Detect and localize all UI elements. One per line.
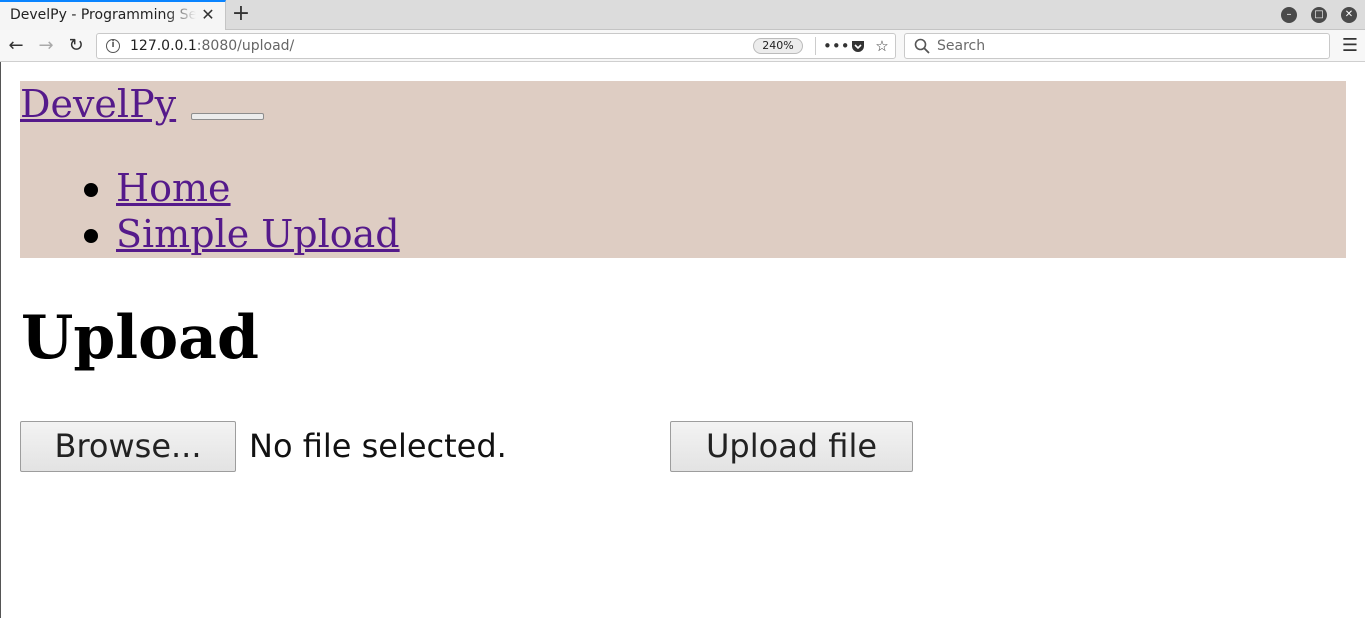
tab-close-icon[interactable]: ✕ bbox=[200, 7, 216, 23]
url-text[interactable]: 127.0.0.1:8080/upload/ bbox=[130, 38, 294, 54]
nav-item-simple-upload: Simple Upload bbox=[20, 211, 400, 257]
tab-title-fade bbox=[166, 2, 196, 28]
nav-link-simple-upload[interactable]: Simple Upload bbox=[116, 212, 400, 256]
bookmark-star-icon[interactable]: ☆ bbox=[871, 35, 893, 57]
back-arrow-icon[interactable]: ← bbox=[4, 34, 28, 58]
site-header: DevelPy Home Simple Upload bbox=[20, 81, 1346, 258]
upload-form: Browse... No file selected. Upload file bbox=[20, 421, 920, 473]
url-host: 127.0.0.1 bbox=[130, 38, 197, 54]
nav-item-home: Home bbox=[20, 165, 400, 211]
hamburger-menu-icon[interactable]: ☰ bbox=[1338, 34, 1362, 58]
address-bar[interactable]: i 127.0.0.1:8080/upload/ 240% ••• ☆ bbox=[96, 33, 896, 59]
search-icon bbox=[914, 38, 930, 54]
brand-link[interactable]: DevelPy bbox=[20, 81, 176, 127]
browser-tab[interactable]: DevelPy - Programming Server ✕ bbox=[0, 0, 226, 30]
search-bar[interactable]: Search bbox=[904, 33, 1330, 59]
page-actions-icon[interactable]: ••• bbox=[823, 35, 850, 57]
tab-strip: DevelPy - Programming Server ✕ + – □ ✕ bbox=[0, 0, 1365, 30]
file-status-text: No file selected. bbox=[249, 427, 507, 465]
site-info-icon[interactable]: i bbox=[106, 39, 120, 53]
nav-link-home[interactable]: Home bbox=[116, 166, 231, 210]
minimize-icon[interactable]: – bbox=[1281, 7, 1297, 23]
browse-button[interactable]: Browse... bbox=[20, 421, 236, 472]
navigation-toolbar: ← → ↻ i 127.0.0.1:8080/upload/ 240% ••• … bbox=[0, 30, 1365, 62]
url-separator bbox=[815, 37, 816, 55]
page-title: Upload bbox=[21, 303, 259, 373]
navbar-toggle-button[interactable] bbox=[191, 113, 264, 120]
upload-file-button[interactable]: Upload file bbox=[670, 421, 913, 472]
maximize-icon[interactable]: □ bbox=[1311, 7, 1327, 23]
zoom-level-badge[interactable]: 240% bbox=[753, 38, 803, 54]
reload-icon[interactable]: ↻ bbox=[64, 34, 88, 58]
close-window-icon[interactable]: ✕ bbox=[1341, 7, 1357, 23]
page-viewport: DevelPy Home Simple Upload Upload Browse… bbox=[0, 62, 1365, 618]
forward-arrow-icon[interactable]: → bbox=[34, 34, 58, 58]
url-path: :8080/upload/ bbox=[196, 38, 295, 54]
search-placeholder: Search bbox=[937, 38, 986, 54]
pocket-icon[interactable] bbox=[847, 35, 869, 57]
new-tab-icon[interactable]: + bbox=[230, 2, 252, 26]
site-nav-list: Home Simple Upload bbox=[20, 165, 400, 257]
